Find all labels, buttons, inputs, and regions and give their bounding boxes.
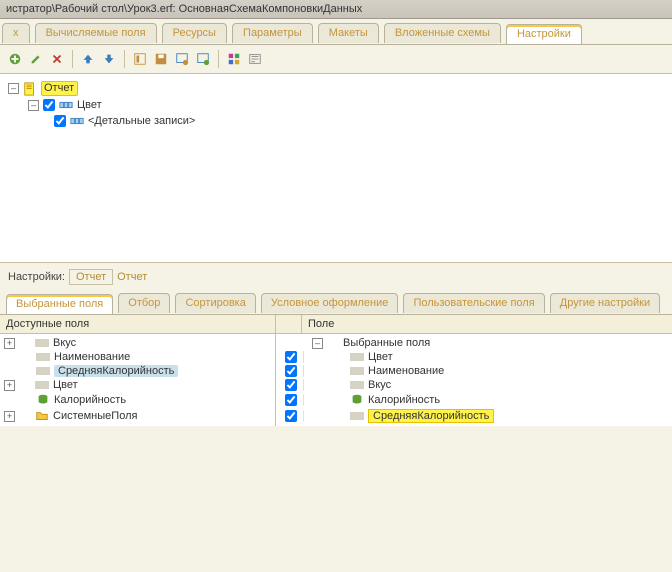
list-item[interactable]: – Выбранные поля	[276, 336, 672, 350]
tab-parameters[interactable]: Параметры	[232, 23, 313, 43]
add-icon[interactable]	[6, 50, 24, 68]
tree-root-row[interactable]: – Отчет	[8, 80, 664, 97]
subtab-sort[interactable]: Сортировка	[175, 293, 255, 313]
list-item-label: СредняяКалорийность	[368, 409, 494, 423]
expand-icon[interactable]: +	[4, 411, 15, 422]
window-title: истратор\Рабочий стол\Урок3.erf: Основна…	[6, 3, 362, 15]
list-item[interactable]: Калорийность	[0, 392, 275, 408]
field-checkbox[interactable]	[285, 351, 297, 363]
expand-icon[interactable]: +	[4, 380, 15, 391]
grouping-icon	[59, 98, 73, 112]
open-settings-icon[interactable]	[131, 50, 149, 68]
field-icon	[35, 339, 49, 347]
move-up-icon[interactable]	[79, 50, 97, 68]
collapse-icon[interactable]: –	[312, 338, 323, 349]
list-item-label: Цвет	[53, 379, 78, 391]
list-item-label: Вкус	[53, 337, 76, 349]
field-icon	[350, 353, 364, 361]
field-icon	[350, 381, 364, 389]
list-item[interactable]: Наименование	[0, 350, 275, 364]
tab-calc-fields[interactable]: Вычисляемые поля	[35, 23, 157, 43]
subtab-conditional[interactable]: Условное оформление	[261, 293, 398, 313]
subtab-selected-fields[interactable]: Выбранные поля	[6, 294, 113, 314]
subtab-other[interactable]: Другие настройки	[550, 293, 660, 313]
sub-tabstrip: Выбранные поля Отбор Сортировка Условное…	[0, 289, 672, 315]
top-tabstrip: x Вычисляемые поля Ресурсы Параметры Мак…	[0, 19, 672, 45]
tree-child1-row[interactable]: – Цвет	[8, 97, 664, 113]
field-icon	[350, 367, 364, 375]
move-down-icon[interactable]	[100, 50, 118, 68]
field-checkbox[interactable]	[285, 365, 297, 377]
list-item-label: Вкус	[368, 379, 391, 391]
list-item-label: Калорийность	[368, 394, 440, 406]
list-item-label: Калорийность	[54, 394, 126, 406]
list-item[interactable]: Калорийность	[276, 392, 672, 408]
save-settings-icon[interactable]	[152, 50, 170, 68]
resource-icon	[350, 393, 364, 407]
list-item[interactable]: СредняяКалорийность	[0, 364, 275, 378]
collapse-icon[interactable]: –	[8, 83, 19, 94]
field-checkbox[interactable]	[285, 410, 297, 422]
settings-trail: Отчет	[117, 271, 147, 283]
list-item[interactable]: + Вкус	[0, 336, 275, 350]
list-item-label: СистемныеПоля	[53, 410, 137, 422]
field-icon	[35, 381, 49, 389]
subtab-user-fields[interactable]: Пользовательские поля	[403, 293, 544, 313]
fields-grid: Доступные поля + Вкус Наименование	[0, 315, 672, 426]
field-icon	[350, 412, 364, 420]
window-titlebar: истратор\Рабочий стол\Урок3.erf: Основна…	[0, 0, 672, 19]
tab-settings[interactable]: Настройки	[506, 24, 582, 44]
list-item[interactable]: Вкус	[276, 378, 672, 392]
settings-path-row: Настройки: Отчет Отчет	[0, 263, 672, 289]
standard-settings-icon[interactable]	[173, 50, 191, 68]
resource-icon	[36, 393, 50, 407]
field-icon	[36, 367, 50, 375]
constructor-icon[interactable]	[225, 50, 243, 68]
tree-child2-checkbox[interactable]	[54, 115, 66, 127]
structure-toolbar	[0, 45, 672, 73]
list-item-label: Наименование	[54, 351, 130, 363]
field-icon	[36, 353, 50, 361]
list-item[interactable]: Цвет	[276, 350, 672, 364]
list-item[interactable]: СредняяКалорийность	[276, 408, 672, 424]
settings-current-button[interactable]: Отчет	[69, 269, 113, 285]
grouping-icon	[70, 114, 84, 128]
checkbox-column-header	[276, 315, 302, 334]
settings-tree-panel: – Отчет – Цвет <Детальные записи>	[0, 73, 672, 263]
list-item-label: Наименование	[368, 365, 444, 377]
tree-child2-label: <Детальные записи>	[88, 115, 195, 127]
tab-resources[interactable]: Ресурсы	[162, 23, 227, 43]
available-fields-list[interactable]: + Вкус Наименование СредняяКалорийность	[0, 334, 275, 426]
settings-label: Настройки:	[8, 271, 65, 283]
wizard-icon[interactable]	[246, 50, 264, 68]
tab-layouts[interactable]: Макеты	[318, 23, 379, 43]
selected-fields-list[interactable]: – Выбранные поля Цвет Наименование	[276, 334, 672, 426]
tree-child1-checkbox[interactable]	[43, 99, 55, 111]
field-checkbox[interactable]	[285, 379, 297, 391]
tree-child2-row[interactable]: <Детальные записи>	[8, 113, 664, 129]
tab-nested-schemas[interactable]: Вложенные схемы	[384, 23, 501, 43]
list-item-label: СредняяКалорийность	[54, 365, 178, 377]
delete-icon[interactable]	[48, 50, 66, 68]
available-fields-header: Доступные поля	[0, 315, 275, 334]
tree-root-label: Отчет	[41, 81, 78, 96]
list-item[interactable]: Наименование	[276, 364, 672, 378]
tree-child1-label: Цвет	[77, 99, 102, 111]
expand-icon[interactable]: +	[4, 338, 15, 349]
field-column-header: Поле	[302, 315, 672, 334]
custom-settings-icon[interactable]	[194, 50, 212, 68]
selected-root-label: Выбранные поля	[343, 337, 430, 349]
field-checkbox[interactable]	[285, 394, 297, 406]
tab-partial[interactable]: x	[2, 23, 30, 43]
selected-fields-column: Поле – Выбранные поля Цвет	[276, 315, 672, 426]
collapse-icon[interactable]: –	[28, 100, 39, 111]
available-fields-column: Доступные поля + Вкус Наименование	[0, 315, 276, 426]
subtab-filter[interactable]: Отбор	[118, 293, 170, 313]
list-item[interactable]: + Цвет	[0, 378, 275, 392]
list-item[interactable]: + СистемныеПоля	[0, 408, 275, 424]
folder-icon	[35, 409, 49, 423]
report-icon	[23, 82, 37, 96]
list-item-label: Цвет	[368, 351, 393, 363]
edit-icon[interactable]	[27, 50, 45, 68]
